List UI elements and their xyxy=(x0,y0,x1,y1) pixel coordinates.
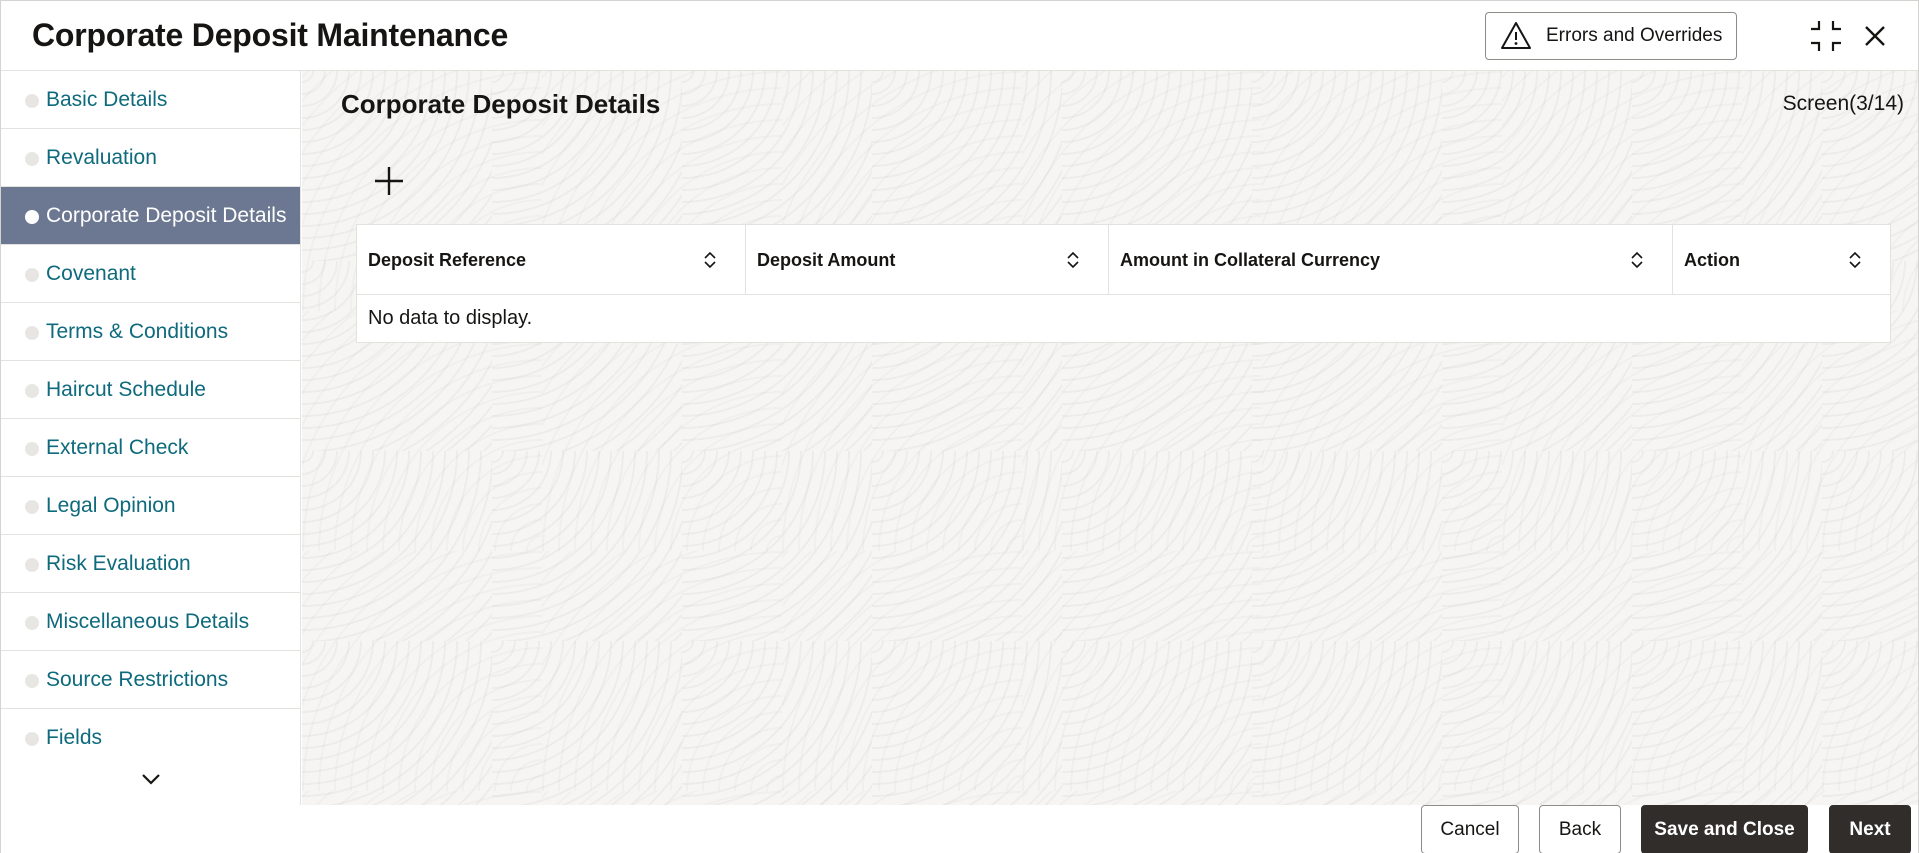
step-dot-icon xyxy=(25,500,39,514)
compress-icon[interactable] xyxy=(1809,19,1843,53)
sidebar-item-corporate-deposit-details[interactable]: Corporate Deposit Details xyxy=(1,187,300,245)
sidebar-item-source-restrictions[interactable]: Source Restrictions xyxy=(1,651,300,709)
column-header-amount-in-collateral-currency[interactable]: Amount in Collateral Currency xyxy=(1109,225,1673,295)
step-dot-icon xyxy=(25,558,39,572)
back-button[interactable]: Back xyxy=(1539,805,1621,853)
table-empty-message: No data to display. xyxy=(368,307,533,329)
column-header-deposit-amount[interactable]: Deposit Amount xyxy=(746,225,1109,295)
step-dot-icon xyxy=(25,732,39,746)
dialog-window: Corporate Deposit Maintenance Errors and… xyxy=(0,0,1919,853)
column-header-deposit-reference[interactable]: Deposit Reference xyxy=(357,225,746,295)
sidebar-item-legal-opinion[interactable]: Legal Opinion xyxy=(1,477,300,535)
step-dot-icon xyxy=(25,268,39,282)
sidebar-item-covenant[interactable]: Covenant xyxy=(1,245,300,303)
errors-and-overrides-button[interactable]: Errors and Overrides xyxy=(1485,12,1737,60)
deposit-table: Deposit Reference Deposit Amount Amount … xyxy=(356,224,1891,343)
sidebar-item-haircut-schedule[interactable]: Haircut Schedule xyxy=(1,361,300,419)
step-dot-icon xyxy=(25,94,39,108)
table-header: Deposit Reference Deposit Amount Amount … xyxy=(357,225,1890,295)
warning-icon xyxy=(1501,22,1531,49)
section-title: Corporate Deposit Details xyxy=(341,89,661,119)
cancel-button[interactable]: Cancel xyxy=(1421,805,1519,853)
step-dot-icon xyxy=(25,152,39,166)
save-and-close-button[interactable]: Save and Close xyxy=(1641,805,1808,853)
sort-icon xyxy=(704,251,716,269)
sidebar-item-terms-conditions[interactable]: Terms & Conditions xyxy=(1,303,300,361)
step-dot-icon xyxy=(25,210,39,224)
sidebar-navigation: Basic Details Revaluation Corporate Depo… xyxy=(1,71,301,805)
errors-and-overrides-label: Errors and Overrides xyxy=(1546,25,1723,46)
chevron-down-icon xyxy=(142,774,160,785)
step-dot-icon xyxy=(25,326,39,340)
sidebar-item-external-check[interactable]: External Check xyxy=(1,419,300,477)
sidebar-item-miscellaneous-details[interactable]: Miscellaneous Details xyxy=(1,593,300,651)
sidebar-list: Basic Details Revaluation Corporate Depo… xyxy=(1,71,300,767)
sort-icon xyxy=(1631,251,1643,269)
sidebar-scroll-more-button[interactable] xyxy=(1,753,300,805)
page-title: Corporate Deposit Maintenance xyxy=(32,17,509,53)
sidebar-item-basic-details[interactable]: Basic Details xyxy=(1,71,300,129)
next-button[interactable]: Next xyxy=(1829,805,1911,853)
step-dot-icon xyxy=(25,674,39,688)
sidebar-item-risk-evaluation[interactable]: Risk Evaluation xyxy=(1,535,300,593)
dialog-header: Corporate Deposit Maintenance Errors and… xyxy=(1,1,1918,71)
sort-icon xyxy=(1849,251,1861,269)
main-content: Corporate Deposit Details Screen(3/14) D… xyxy=(302,71,1918,805)
step-dot-icon xyxy=(25,616,39,630)
sort-icon xyxy=(1067,251,1079,269)
dialog-footer: Cancel Back Save and Close Next xyxy=(1,805,1918,853)
step-dot-icon xyxy=(25,384,39,398)
screen-indicator: Screen(3/14) xyxy=(1782,92,1904,115)
step-dot-icon xyxy=(25,442,39,456)
column-header-action[interactable]: Action xyxy=(1673,225,1890,295)
add-icon[interactable] xyxy=(369,161,409,201)
close-icon[interactable] xyxy=(1858,19,1892,53)
sidebar-item-revaluation[interactable]: Revaluation xyxy=(1,129,300,187)
